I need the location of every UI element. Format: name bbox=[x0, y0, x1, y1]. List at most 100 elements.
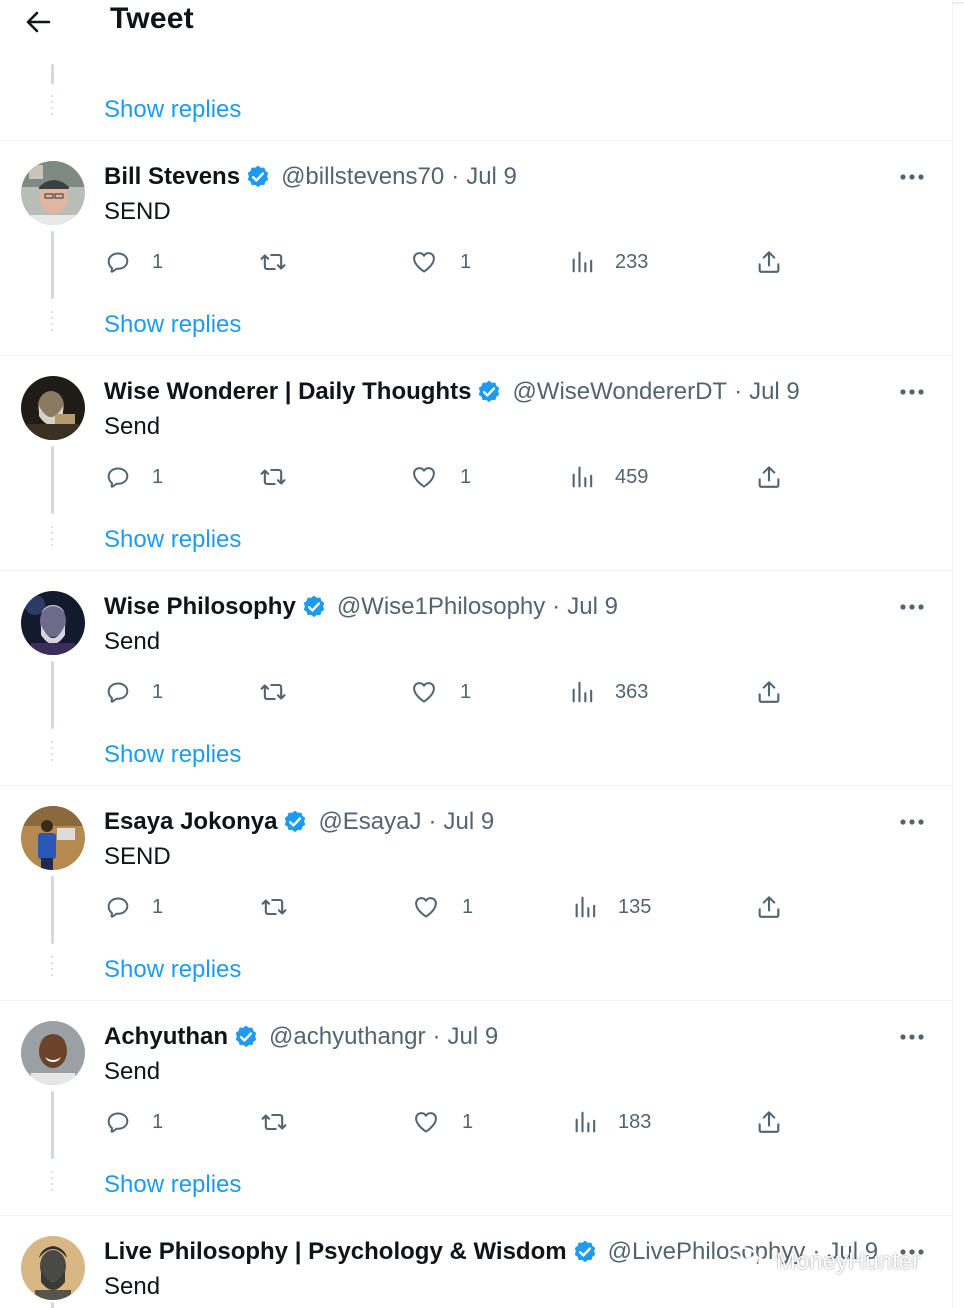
retweet-button[interactable] bbox=[260, 1107, 288, 1137]
like-button[interactable]: 1 bbox=[410, 677, 471, 707]
reply-icon bbox=[107, 1112, 129, 1133]
show-replies-link[interactable]: Show replies bbox=[104, 526, 241, 554]
show-replies-link[interactable]: Show replies bbox=[104, 956, 241, 984]
reply-button[interactable]: 1 bbox=[104, 677, 163, 707]
like-button[interactable]: 1 bbox=[412, 892, 473, 922]
share-button[interactable] bbox=[755, 677, 783, 707]
thread-line bbox=[51, 64, 54, 84]
like-count: 1 bbox=[460, 250, 472, 273]
wechat-icon bbox=[728, 1247, 767, 1276]
author-name[interactable]: Wise Wonderer | Daily Thoughts bbox=[104, 378, 471, 406]
avatar[interactable] bbox=[21, 161, 85, 225]
like-icon bbox=[413, 252, 435, 273]
verified-badge-icon bbox=[574, 1240, 595, 1263]
author-name[interactable]: Achyuthan bbox=[104, 1023, 228, 1051]
tweet-date[interactable]: Jul 9 bbox=[749, 378, 800, 406]
share-button[interactable] bbox=[755, 892, 783, 922]
reply-count: 1 bbox=[152, 465, 164, 488]
show-replies-link[interactable]: Show replies bbox=[104, 1171, 241, 1199]
reply-icon bbox=[107, 682, 129, 703]
author-handle[interactable]: @billstevens70 bbox=[281, 163, 444, 191]
author-name[interactable]: Live Philosophy | Psychology & Wisdom bbox=[104, 1238, 567, 1266]
share-icon bbox=[758, 1111, 780, 1133]
views-button[interactable]: 183 bbox=[572, 1107, 651, 1137]
author-handle[interactable]: @EsayaJ bbox=[318, 808, 421, 836]
author-handle[interactable]: @WiseWondererDT bbox=[512, 378, 727, 406]
show-replies-link[interactable]: Show replies bbox=[104, 96, 241, 124]
verified-badge-icon bbox=[285, 810, 306, 833]
more-options-icon[interactable] bbox=[896, 810, 928, 834]
show-replies-link[interactable]: Show replies bbox=[104, 741, 241, 769]
share-button[interactable] bbox=[755, 462, 783, 492]
author-handle[interactable]: @Wise1Philosophy bbox=[337, 593, 545, 621]
avatar[interactable] bbox=[21, 806, 85, 870]
views-icon bbox=[572, 681, 593, 703]
reply-tweet[interactable]: Wise Philosophy @Wise1Philosophy · Jul 9… bbox=[0, 571, 952, 786]
view-count: 459 bbox=[615, 465, 649, 488]
like-icon bbox=[413, 682, 435, 703]
thread-line bbox=[51, 876, 54, 944]
share-button[interactable] bbox=[755, 1107, 783, 1137]
top-header: Tweet bbox=[0, 0, 952, 48]
thread-dots bbox=[51, 1171, 54, 1195]
separator: · bbox=[432, 1023, 441, 1050]
tweet-date[interactable]: Jul 9 bbox=[466, 163, 517, 191]
more-options-icon[interactable] bbox=[896, 165, 928, 189]
like-button[interactable]: 1 bbox=[412, 1107, 473, 1137]
reply-tweet[interactable]: Wise Wonderer | Daily Thoughts @WiseWond… bbox=[0, 356, 952, 571]
avatar[interactable] bbox=[21, 1021, 85, 1085]
retweet-icon bbox=[261, 1113, 287, 1131]
tweet-text: Send bbox=[104, 1273, 161, 1300]
avatar[interactable] bbox=[21, 1236, 85, 1300]
retweet-icon bbox=[260, 468, 286, 486]
more-options-icon[interactable] bbox=[896, 595, 928, 619]
thread-dots bbox=[51, 311, 54, 335]
more-options-icon[interactable] bbox=[896, 380, 928, 404]
author-handle[interactable]: @achyuthangr bbox=[269, 1023, 425, 1051]
back-arrow-icon[interactable] bbox=[22, 6, 54, 38]
author-name[interactable]: Bill Stevens bbox=[104, 163, 240, 191]
author-name[interactable]: Wise Philosophy bbox=[104, 593, 296, 621]
column-border bbox=[952, 0, 953, 1308]
reply-icon bbox=[107, 467, 129, 488]
reply-button[interactable]: 1 bbox=[104, 892, 163, 922]
retweet-button[interactable] bbox=[259, 462, 287, 492]
tweet-header: Bill Stevens @billstevens70 · Jul 9 bbox=[104, 161, 517, 193]
reply-tweet[interactable]: Achyuthan @achyuthangr · Jul 9 Send 1 1 … bbox=[0, 1001, 952, 1216]
separator: · bbox=[451, 163, 460, 190]
reply-button[interactable]: 1 bbox=[104, 247, 163, 277]
view-count: 183 bbox=[618, 1110, 652, 1133]
like-count: 1 bbox=[460, 465, 472, 488]
thread-line bbox=[51, 446, 54, 514]
reply-button[interactable]: 1 bbox=[104, 1107, 163, 1137]
reply-button[interactable]: 1 bbox=[104, 462, 163, 492]
verified-badge-icon bbox=[235, 1025, 257, 1048]
views-button[interactable]: 459 bbox=[569, 462, 648, 492]
share-icon bbox=[758, 681, 780, 703]
thread-dots bbox=[51, 741, 54, 765]
views-icon bbox=[572, 251, 593, 273]
views-button[interactable]: 135 bbox=[572, 892, 651, 922]
tweet-header: Esaya Jokonya @EsayaJ · Jul 9 bbox=[104, 806, 494, 838]
tweet-date[interactable]: Jul 9 bbox=[444, 808, 495, 836]
tweet-date[interactable]: Jul 9 bbox=[567, 593, 618, 621]
share-button[interactable] bbox=[755, 247, 783, 277]
reply-tweet[interactable]: Esaya Jokonya @EsayaJ · Jul 9 SEND 1 1 1… bbox=[0, 786, 952, 1001]
like-button[interactable]: 1 bbox=[410, 462, 471, 492]
view-count: 135 bbox=[618, 895, 652, 918]
thread-line bbox=[51, 661, 54, 729]
views-button[interactable]: 233 bbox=[569, 247, 648, 277]
avatar[interactable] bbox=[21, 591, 85, 655]
tweet-date[interactable]: Jul 9 bbox=[447, 1023, 498, 1051]
retweet-button[interactable] bbox=[260, 892, 288, 922]
retweet-button[interactable] bbox=[259, 247, 287, 277]
views-button[interactable]: 363 bbox=[569, 677, 648, 707]
more-options-icon[interactable] bbox=[896, 1025, 928, 1049]
like-button[interactable]: 1 bbox=[410, 247, 471, 277]
author-name[interactable]: Esaya Jokonya bbox=[104, 808, 277, 836]
reply-tweet[interactable]: Bill Stevens @billstevens70 · Jul 9 SEND… bbox=[0, 141, 952, 356]
show-replies-link[interactable]: Show replies bbox=[104, 311, 241, 339]
avatar[interactable] bbox=[21, 376, 85, 440]
like-icon bbox=[413, 467, 435, 488]
retweet-button[interactable] bbox=[259, 677, 287, 707]
